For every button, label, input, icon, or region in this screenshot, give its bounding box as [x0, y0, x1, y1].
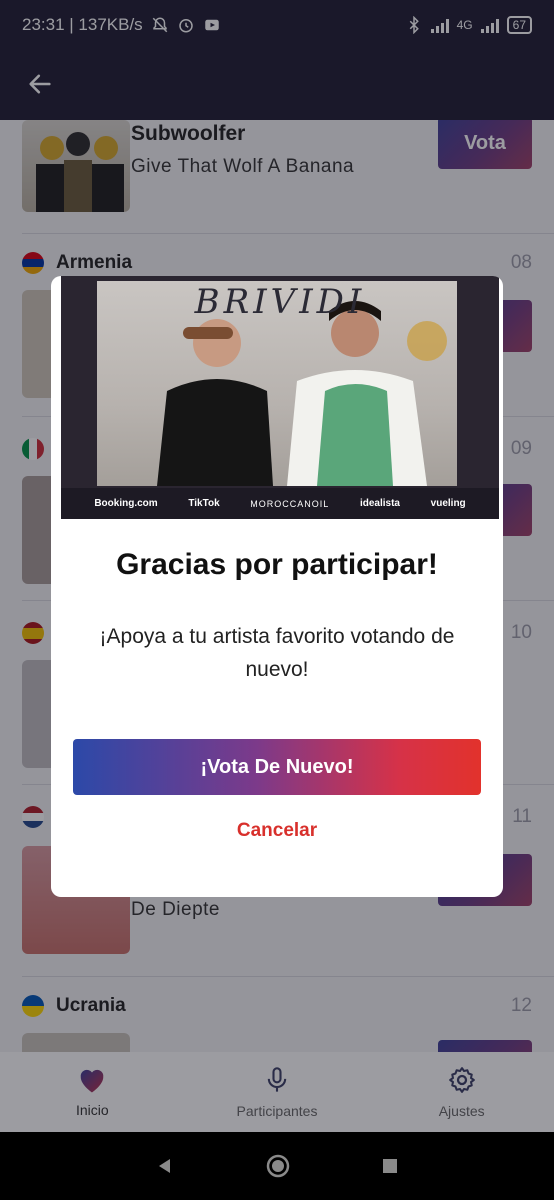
vote-again-button[interactable]: ¡Vota De Nuevo!: [73, 739, 481, 795]
sponsor-logo: vueling: [430, 498, 466, 509]
dialog-title: Gracias por participar!: [116, 548, 438, 581]
promo-banner: BRIVIDI Booking.com TikTok MOROCCANOIL i…: [61, 276, 499, 519]
sponsor-logo: TikTok: [188, 498, 220, 509]
sponsor-logo: idealista: [359, 498, 400, 509]
banner-title: BRIVIDI: [194, 282, 366, 322]
system-navigation-bar: [0, 1132, 554, 1200]
cancel-button[interactable]: Cancelar: [51, 820, 503, 842]
sponsor-logo: MOROCCANOIL: [250, 498, 330, 509]
thank-you-dialog: BRIVIDI Booking.com TikTok MOROCCANOIL i…: [51, 276, 503, 897]
sponsor-logo: Booking.com: [94, 498, 158, 509]
home-circle-icon[interactable]: [265, 1153, 291, 1179]
recents-square-icon[interactable]: [381, 1157, 399, 1175]
sponsor-strip: Booking.com TikTok MOROCCANOIL idealista…: [61, 488, 499, 519]
back-triangle-icon[interactable]: [155, 1156, 175, 1176]
dialog-message: ¡Apoya a tu artista favorito votando de …: [99, 625, 455, 681]
